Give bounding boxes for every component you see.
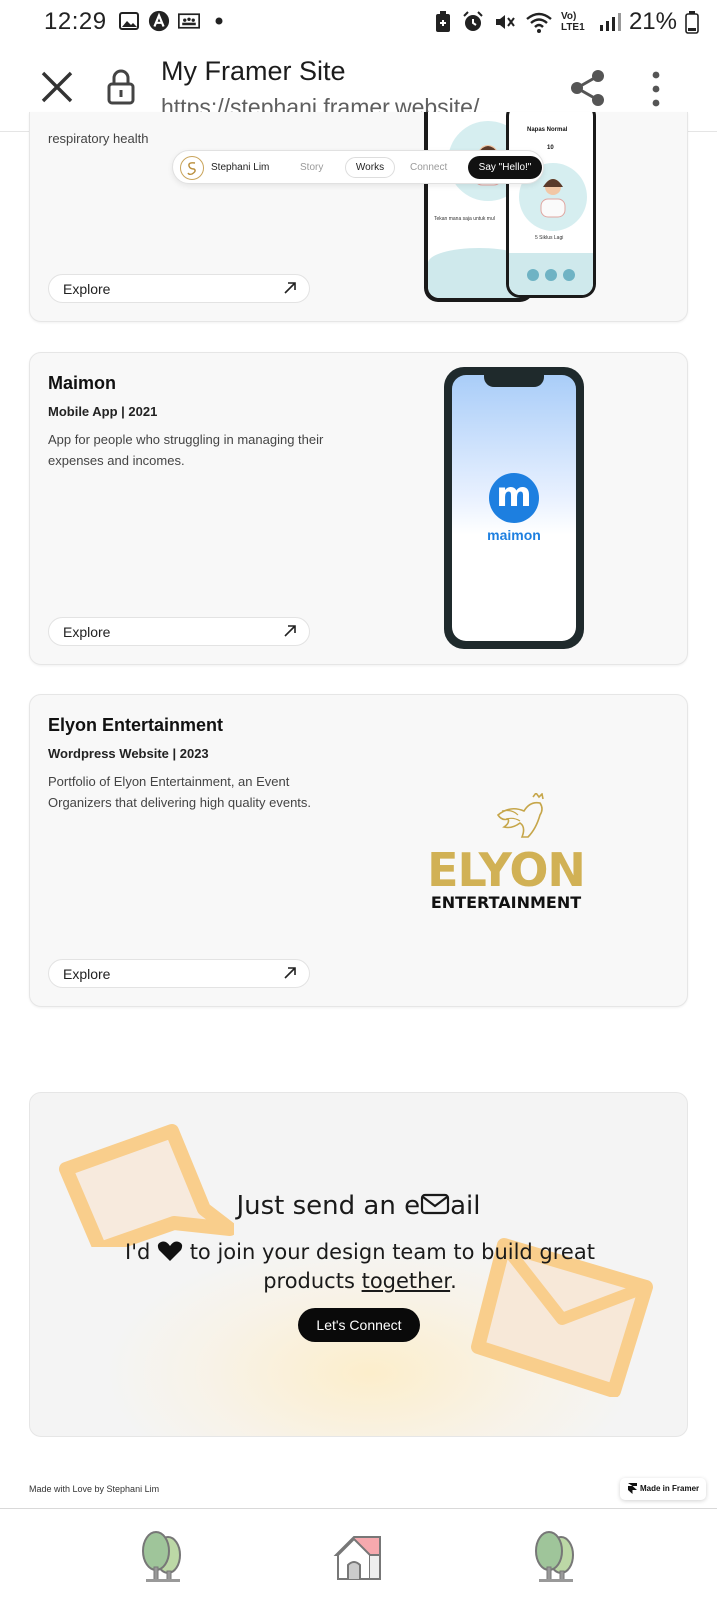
- battery-saver-icon: [435, 11, 450, 32]
- elyon-logo-subtext: ENTERTAINMENT: [430, 893, 582, 912]
- trees-icon[interactable]: [134, 1529, 190, 1585]
- maimon-logo-icon: m: [489, 473, 539, 523]
- arrow-up-right-icon: [284, 282, 296, 294]
- project-subtitle: Wordpress Website | 2023: [48, 746, 209, 761]
- share-icon[interactable]: [568, 68, 608, 108]
- project-description: respiratory health: [48, 131, 149, 146]
- close-icon[interactable]: [40, 70, 74, 104]
- project-card-maimon: Maimon Mobile App | 2021 App for people …: [29, 352, 688, 665]
- contact-message: I'd to join your design team to build gr…: [70, 1238, 650, 1296]
- lets-connect-button[interactable]: Let's Connect: [298, 1308, 420, 1342]
- griffin-logo-icon: [496, 793, 544, 838]
- message-line2: products: [263, 1269, 355, 1293]
- status-time: 12:29: [44, 8, 107, 35]
- page-title: My Framer Site: [161, 56, 346, 86]
- explore-label: Explore: [63, 966, 111, 982]
- mail-icon: [421, 1193, 450, 1215]
- site-owner-name[interactable]: Stephani Lim: [211, 162, 269, 173]
- stephani-logo-icon[interactable]: [179, 155, 205, 181]
- bottom-navigation: [0, 1508, 717, 1600]
- status-bar: 12:29 Vo) LTE1 21%: [0, 0, 717, 44]
- dot-icon: [208, 10, 230, 32]
- mute-icon: [495, 15, 515, 29]
- made-in-framer-label: Made in Framer: [640, 1484, 700, 1493]
- arrow-up-right-icon: [284, 625, 296, 637]
- arrow-up-right-icon: [284, 967, 296, 979]
- heading-prefix: Just send an e: [236, 1191, 421, 1221]
- alarm-icon: [463, 11, 483, 31]
- speech-bubble-icon: [59, 1124, 234, 1247]
- phone-mockup: m maimon: [444, 367, 584, 649]
- trees-icon[interactable]: [527, 1529, 583, 1585]
- explore-label: Explore: [63, 624, 111, 640]
- explore-label: Explore: [63, 281, 111, 297]
- home-icon[interactable]: [330, 1529, 386, 1585]
- explore-button[interactable]: Explore: [48, 617, 310, 646]
- lock-icon[interactable]: [106, 68, 136, 106]
- phone-state-label: Napas Normal: [527, 127, 568, 133]
- project-subtitle: Mobile App | 2021: [48, 404, 158, 419]
- wifi-icon: [526, 12, 552, 33]
- project-card-breathing: respiratory health Tekan mana saja untuk…: [29, 112, 688, 322]
- battery-percent: 21%: [628, 8, 677, 35]
- notification-icons: [118, 10, 230, 32]
- gallery-icon: [118, 10, 140, 32]
- explore-button[interactable]: Explore: [48, 959, 310, 988]
- battery-icon: [685, 11, 699, 34]
- project-description: Portfolio of Elyon Entertainment, an Eve…: [48, 774, 312, 810]
- nav-story[interactable]: Story: [300, 162, 323, 173]
- classroom-icon: [178, 10, 200, 32]
- contact-section: Just send an e ail I'd to join your desig…: [29, 1092, 688, 1437]
- together-link: together: [361, 1269, 451, 1293]
- maimon-app-name: maimon: [487, 527, 541, 543]
- elyon-logo-text: ELYON: [427, 843, 586, 897]
- site-navigation: Stephani Lim Story Works Connect Say "He…: [172, 150, 544, 184]
- more-options-icon[interactable]: [648, 70, 664, 108]
- phone-mockup-front: Napas Normal 10 5 Siklus Lagi: [506, 112, 596, 298]
- message-period: .: [450, 1269, 457, 1293]
- made-in-framer-badge[interactable]: Made in Framer: [620, 1478, 706, 1500]
- heading-suffix: ail: [450, 1191, 481, 1221]
- arc-app-icon: [148, 10, 170, 32]
- phone-counter: 10: [547, 145, 554, 151]
- project-description: App for people who struggling in managin…: [48, 432, 324, 468]
- network-label: Vo) LTE1: [560, 11, 585, 33]
- heart-icon: [157, 1241, 183, 1261]
- project-title: Elyon Entertainment: [48, 715, 224, 735]
- framer-logo-icon: [628, 1483, 637, 1494]
- signal-icon: [599, 13, 621, 31]
- message-start: I'd: [125, 1240, 151, 1264]
- nav-connect[interactable]: Connect: [410, 162, 447, 173]
- footer-credit: Made with Love by Stephani Lim: [29, 1484, 160, 1494]
- nav-works[interactable]: Works: [345, 157, 395, 178]
- message-line1: to join your design team to build great: [189, 1240, 595, 1264]
- phone-caption: Tekan mana saja untuk mul: [434, 216, 495, 222]
- project-card-elyon: Elyon Entertainment Wordpress Website | …: [29, 694, 688, 1007]
- phone-cycles: 5 Siklus Lagi: [535, 235, 564, 241]
- project-title: Maimon: [48, 373, 117, 393]
- contact-heading: Just send an e ail: [30, 1191, 687, 1221]
- maimon-logo-letter: m: [496, 475, 532, 515]
- say-hello-button[interactable]: Say "Hello!": [468, 156, 542, 179]
- explore-button[interactable]: Explore: [48, 274, 310, 303]
- system-icons: Vo) LTE1 21%: [433, 8, 699, 36]
